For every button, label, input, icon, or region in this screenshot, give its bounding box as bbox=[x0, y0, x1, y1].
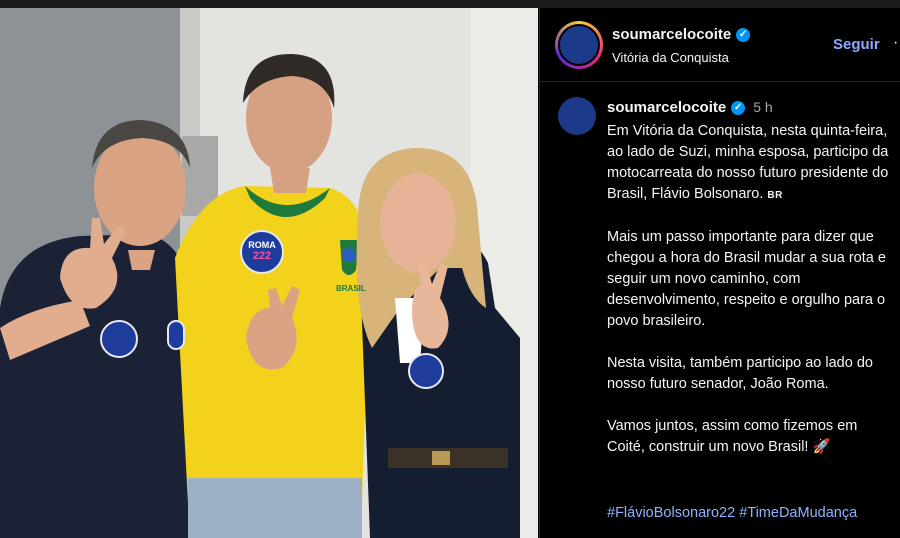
post-side-panel: soumarcelocoite ✓ Vitória da Conquista Se… bbox=[539, 8, 900, 538]
post-location[interactable]: Vitória da Conquista bbox=[612, 50, 729, 65]
window-top-strip bbox=[0, 0, 900, 8]
caption-avatar[interactable] bbox=[558, 97, 596, 135]
campaign-sticker-woman bbox=[408, 353, 444, 389]
caption-text-1: Em Vitória da Conquista, nesta quinta-fe… bbox=[607, 123, 889, 202]
header-username[interactable]: soumarcelocoite bbox=[612, 26, 731, 43]
sticker-roma-number: 222 bbox=[252, 250, 272, 262]
more-options-icon[interactable]: · bbox=[893, 34, 898, 52]
hashtag-time[interactable]: #TimeDaMudança bbox=[739, 505, 857, 521]
header-username-row[interactable]: soumarcelocoite ✓ bbox=[612, 26, 751, 43]
post-caption: Em Vitória da Conquista, nesta quinta-fe… bbox=[607, 121, 895, 479]
caption-paragraph-2: Mais um passo importante para dizer que … bbox=[607, 229, 886, 329]
sticker-roma-label: ROMA bbox=[248, 240, 276, 250]
follow-button[interactable]: Seguir bbox=[833, 36, 880, 53]
caption-paragraph-1: Em Vitória da Conquista, nesta quinta-fe… bbox=[607, 121, 895, 206]
post-time[interactable]: 5 h bbox=[753, 99, 772, 115]
story-ring[interactable] bbox=[555, 21, 603, 69]
brazil-flag-icon: BR bbox=[767, 190, 783, 201]
campaign-sticker-man1 bbox=[100, 320, 138, 358]
hashtags: #FlávioBolsonaro22 #TimeDaMudança bbox=[607, 505, 857, 521]
caption-paragraph-4: Vamos juntos, assim como fizemos em Coit… bbox=[607, 418, 858, 455]
post-photo[interactable]: ROMA 222 BRASIL bbox=[0, 8, 538, 538]
caption-verified-badge-icon: ✓ bbox=[731, 101, 746, 116]
profile-avatar bbox=[558, 24, 600, 66]
verified-badge-icon: ✓ bbox=[736, 28, 751, 43]
photo-illustration bbox=[0, 8, 538, 538]
caption-paragraph-3: Nesta visita, também participo ao lado d… bbox=[607, 355, 873, 392]
jersey-brasil-text: BRASIL bbox=[336, 284, 366, 293]
caption-username[interactable]: soumarcelocoite bbox=[607, 99, 726, 116]
caption-username-row: soumarcelocoite ✓ 5 h bbox=[607, 99, 773, 116]
campaign-sticker-roma: ROMA 222 bbox=[240, 230, 284, 274]
hashtag-flavio[interactable]: #FlávioBolsonaro22 bbox=[607, 505, 735, 521]
post-header: soumarcelocoite ✓ Vitória da Conquista Se… bbox=[540, 8, 900, 82]
campaign-sticker-man1-sleeve bbox=[167, 320, 185, 350]
